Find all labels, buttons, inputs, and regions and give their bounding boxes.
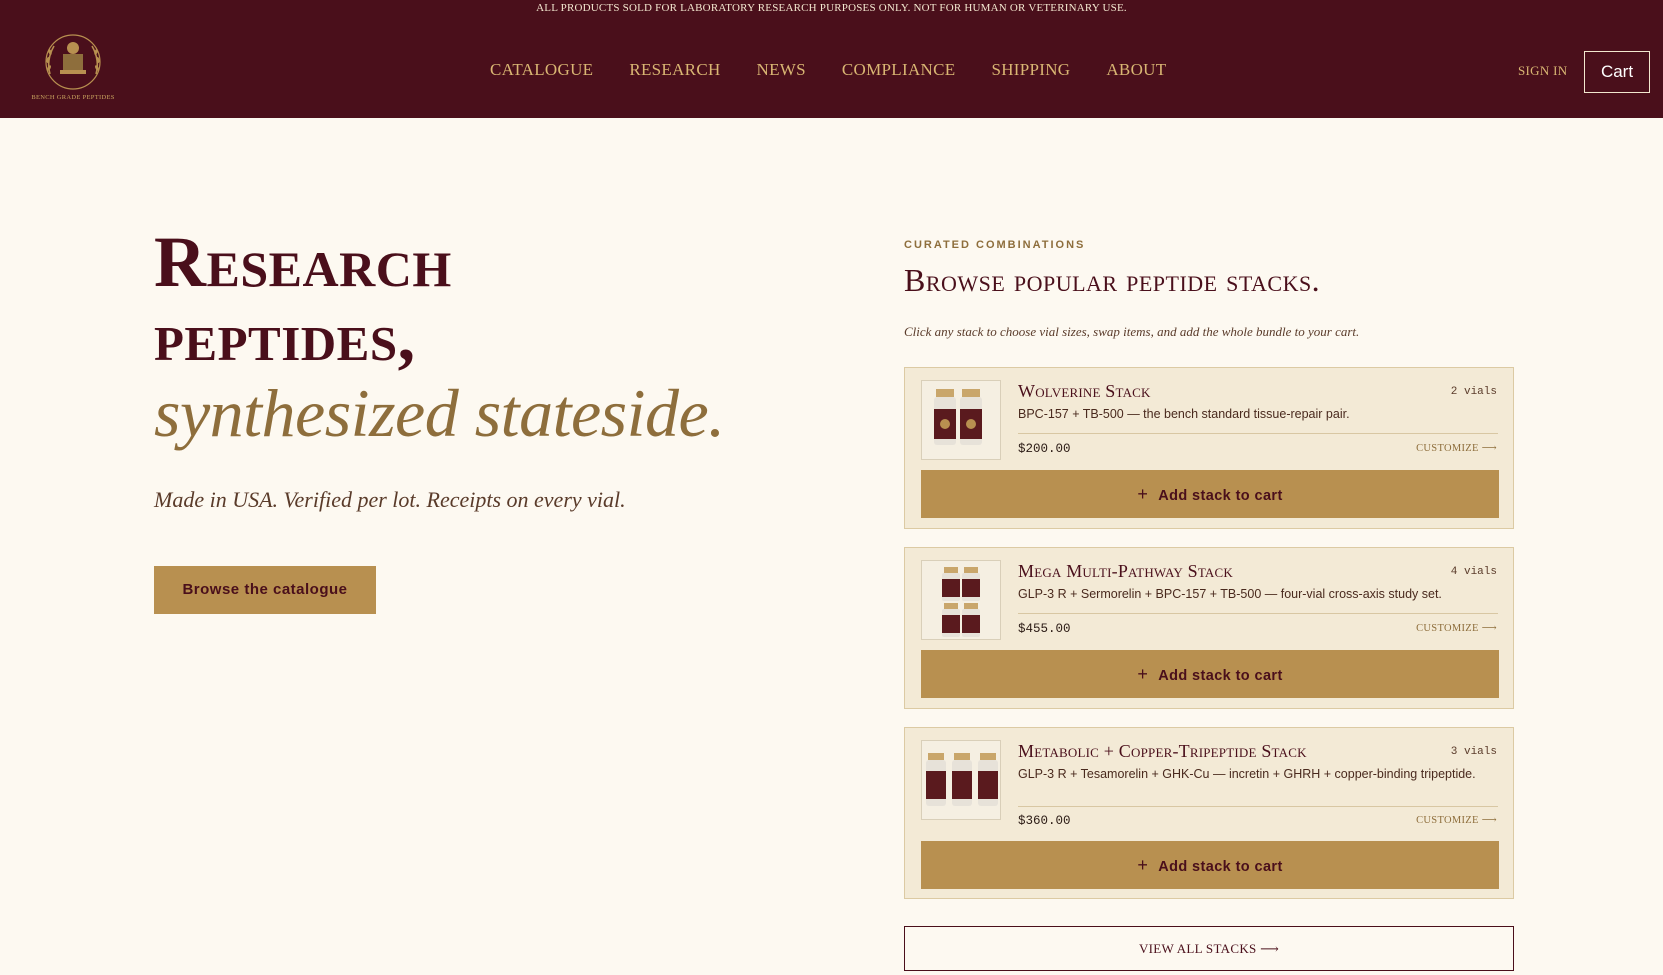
customize-link[interactable]: CUSTOMIZE ⟶ — [1416, 622, 1497, 634]
stack-divider — [1018, 613, 1498, 614]
nav-catalogue[interactable]: CATALOGUE — [490, 60, 593, 80]
stack-price: $200.00 — [1018, 442, 1071, 456]
stack-vial-count: 2 vials — [1450, 386, 1497, 398]
section-description: Click any stack to choose vial sizes, sw… — [904, 324, 1360, 339]
stack-thumbnail — [921, 560, 1001, 640]
sign-in-link[interactable]: SIGN IN — [1518, 63, 1567, 79]
add-stack-to-cart-button[interactable]: + Add stack to cart — [921, 841, 1499, 889]
section-eyebrow: CURATED COMBINATIONS — [904, 239, 1086, 251]
add-stack-label: Add stack to cart — [1158, 488, 1283, 504]
browse-catalogue-button[interactable]: Browse the catalogue — [154, 566, 376, 614]
add-stack-label: Add stack to cart — [1158, 668, 1283, 684]
vials-image-icon — [926, 753, 998, 806]
vials-image-icon — [934, 389, 982, 445]
main-nav: CATALOGUE RESEARCH NEWS COMPLIANCE SHIPP… — [490, 60, 1202, 80]
stack-vial-count: 3 vials — [1450, 746, 1497, 758]
stack-price: $360.00 — [1018, 814, 1071, 828]
stack-description: GLP-3 R + Tesamorelin + GHK-Cu — increti… — [1018, 767, 1476, 781]
vials-image-icon — [942, 567, 980, 637]
brand-logo[interactable]: BENCH GRADE PEPTIDES — [28, 30, 118, 108]
add-stack-label: Add stack to cart — [1158, 859, 1283, 875]
stack-card[interactable]: Mega Multi-Pathway Stack 4 vials GLP-3 R… — [904, 547, 1514, 709]
stack-description: GLP-3 R + Sermorelin + BPC-157 + TB-500 … — [1018, 587, 1442, 601]
nav-research[interactable]: RESEARCH — [629, 60, 720, 80]
stack-description: BPC-157 + TB-500 — the bench standard ti… — [1018, 407, 1350, 421]
plus-icon: + — [1137, 484, 1149, 504]
laurel-crest-icon — [45, 34, 101, 90]
nav-about[interactable]: ABOUT — [1106, 60, 1166, 80]
plus-icon: + — [1137, 664, 1149, 684]
stack-vial-count: 4 vials — [1450, 566, 1497, 578]
nav-news[interactable]: NEWS — [757, 60, 806, 80]
hero-title-line2: peptides, — [154, 299, 416, 376]
nav-compliance[interactable]: COMPLIANCE — [842, 60, 956, 80]
section-title: Browse popular peptide stacks. — [904, 262, 1321, 298]
customize-link[interactable]: CUSTOMIZE ⟶ — [1416, 442, 1497, 454]
stack-card[interactable]: Wolverine Stack 2 vials BPC-157 + TB-500… — [904, 367, 1514, 529]
hero-subtitle: Made in USA. Verified per lot. Receipts … — [154, 487, 626, 512]
stack-price: $455.00 — [1018, 622, 1071, 636]
customize-link[interactable]: CUSTOMIZE ⟶ — [1416, 814, 1497, 826]
stack-name: Metabolic + Copper-Tripeptide Stack — [1018, 741, 1307, 761]
announcement-bar: ALL PRODUCTS SOLD FOR LABORATORY RESEARC… — [536, 2, 1127, 14]
view-all-stacks-button[interactable]: VIEW ALL STACKS ⟶ — [904, 926, 1514, 971]
hero-title-line1: Research — [154, 222, 452, 302]
cart-button[interactable]: Cart — [1584, 51, 1650, 93]
logo-wordmark: BENCH GRADE PEPTIDES — [31, 94, 115, 101]
stack-divider — [1018, 806, 1498, 807]
stack-thumbnail — [921, 380, 1001, 460]
stack-divider — [1018, 433, 1498, 434]
stack-card[interactable]: Metabolic + Copper-Tripeptide Stack 3 vi… — [904, 727, 1514, 899]
plus-icon: + — [1137, 855, 1149, 875]
nav-shipping[interactable]: SHIPPING — [991, 60, 1070, 80]
stack-name: Wolverine Stack — [1018, 381, 1151, 401]
add-stack-to-cart-button[interactable]: + Add stack to cart — [921, 650, 1499, 698]
hero-title-italic: synthesized stateside. — [154, 375, 725, 451]
stack-thumbnail — [921, 740, 1001, 820]
add-stack-to-cart-button[interactable]: + Add stack to cart — [921, 470, 1499, 518]
site-header: ALL PRODUCTS SOLD FOR LABORATORY RESEARC… — [0, 0, 1663, 118]
hero-title: Research peptides, — [154, 224, 452, 376]
stack-name: Mega Multi-Pathway Stack — [1018, 561, 1233, 581]
